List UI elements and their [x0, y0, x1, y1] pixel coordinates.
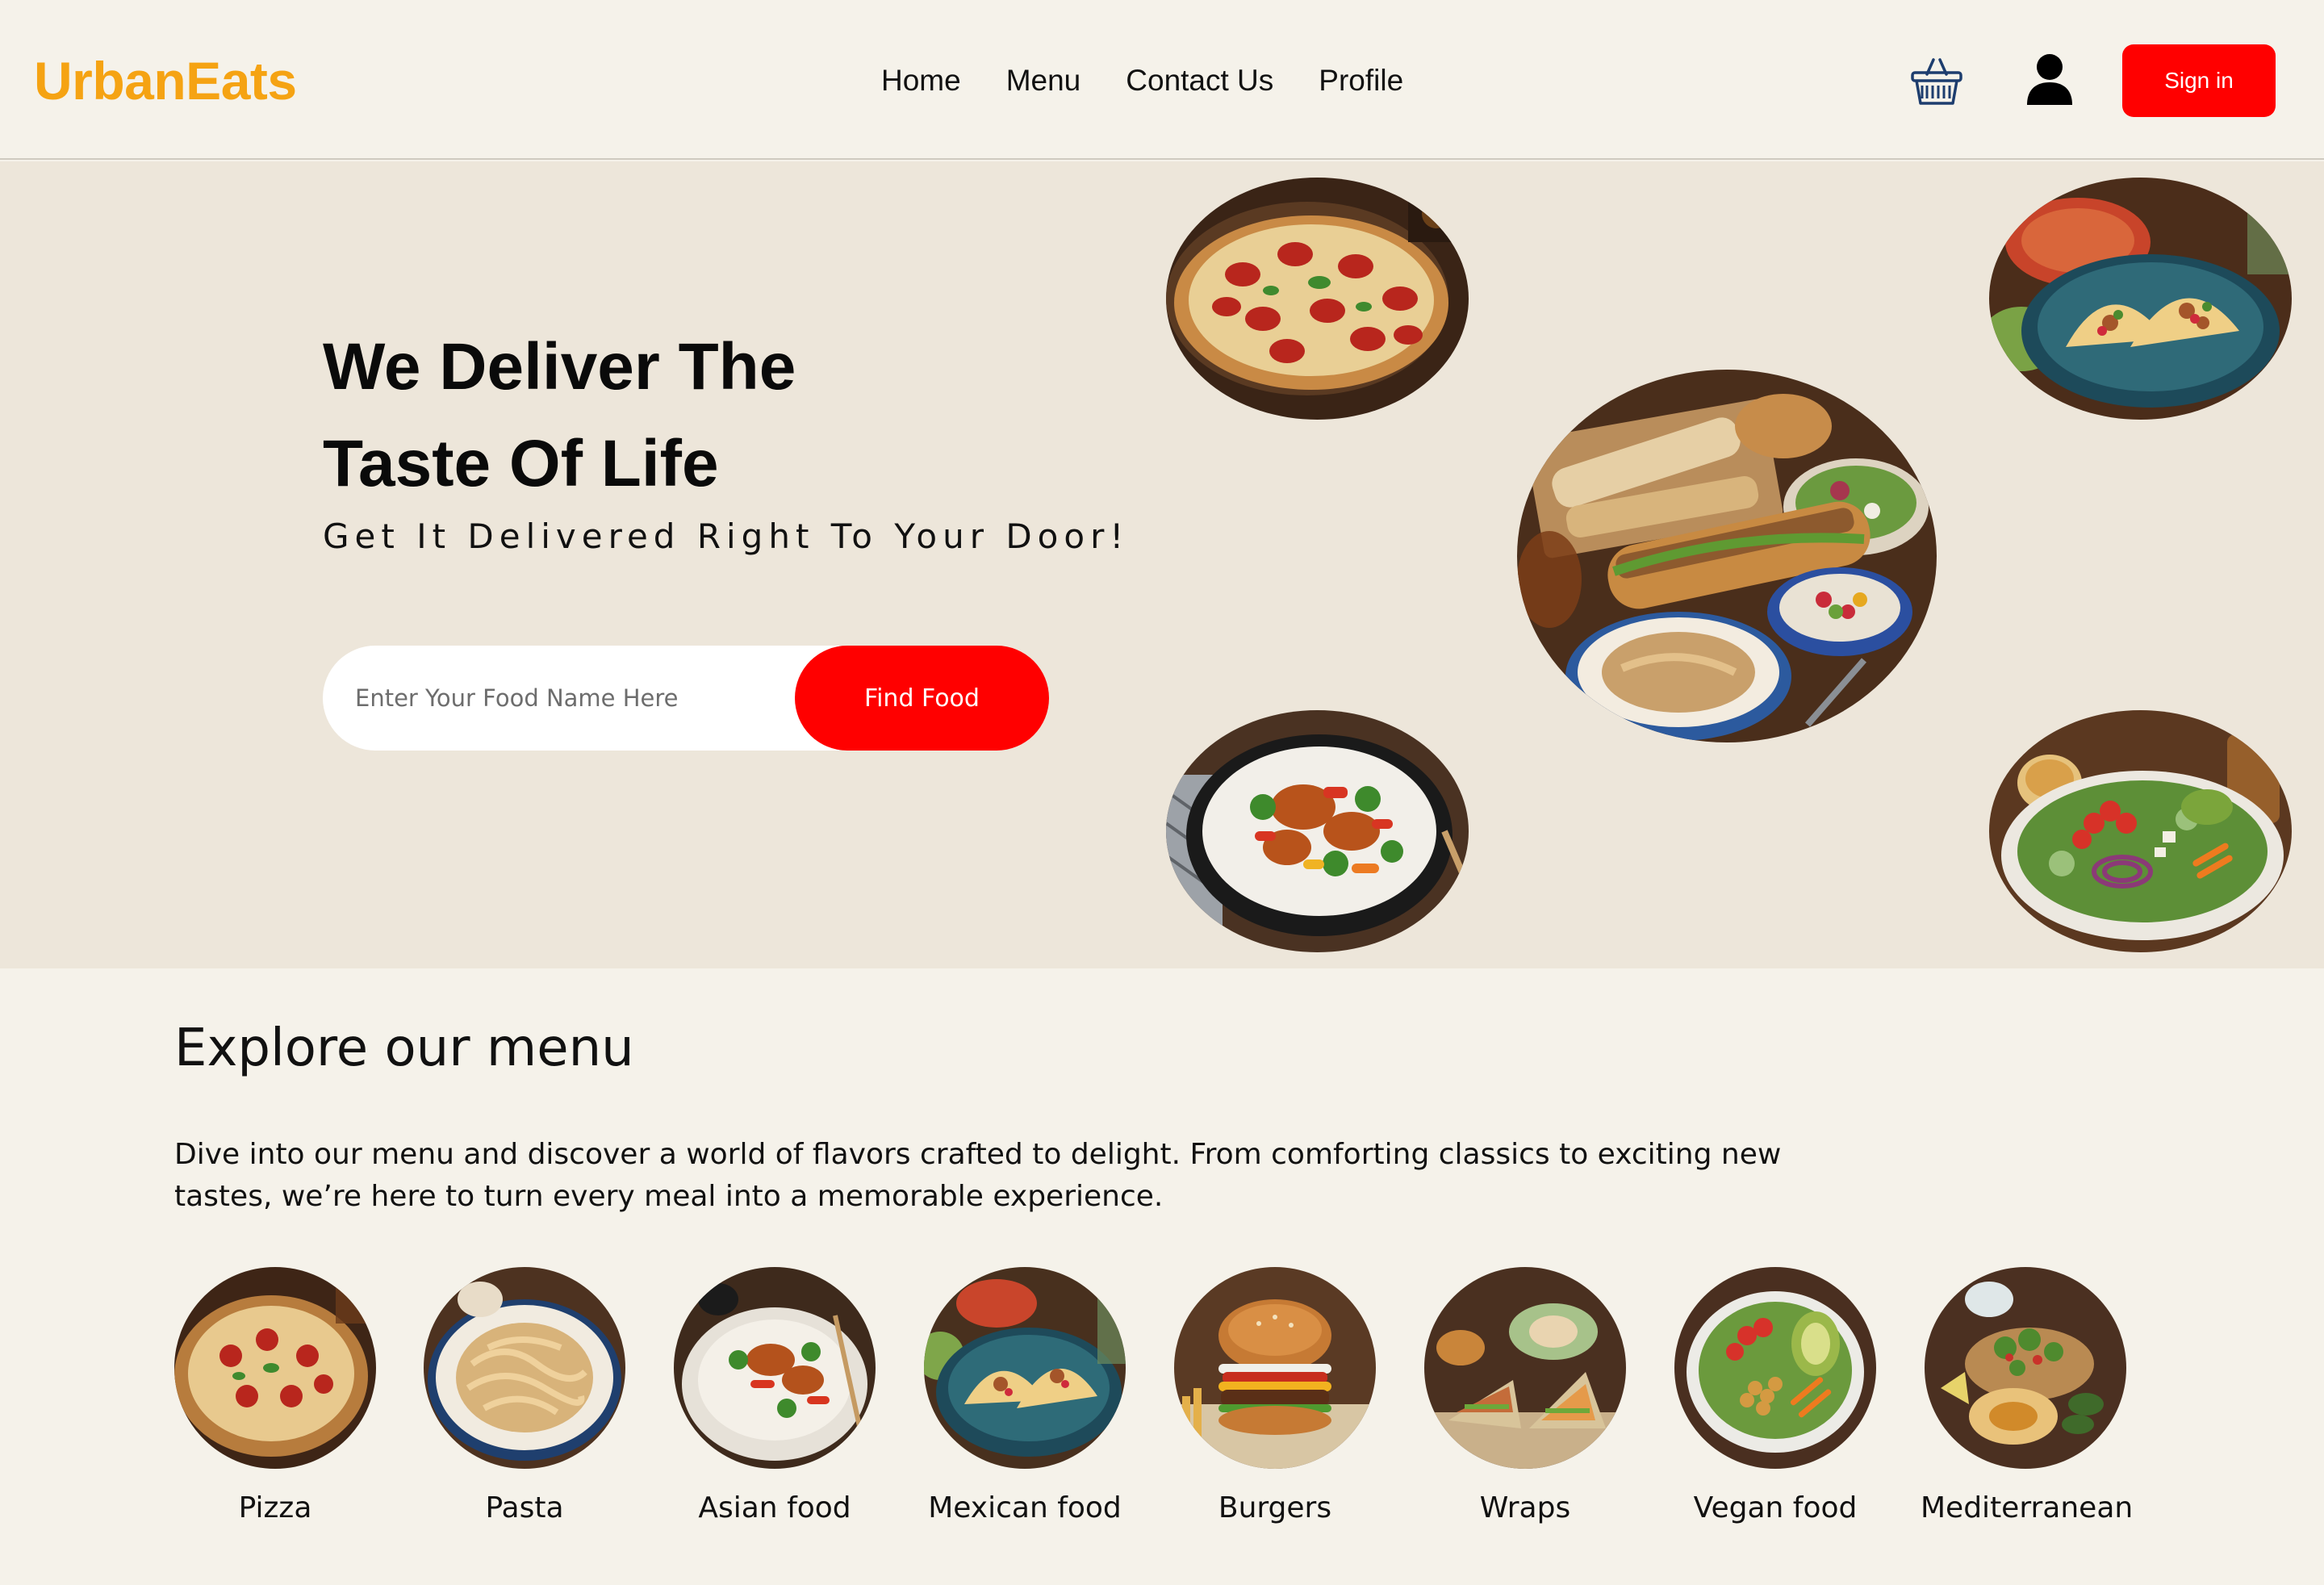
category-wraps[interactable]: Wraps [1420, 1267, 1630, 1541]
brand-logo[interactable]: UrbanEats [34, 50, 297, 111]
hero-tacos-image [1989, 178, 2292, 420]
pasta-image [424, 1267, 625, 1469]
site-header: UrbanEats Home Menu Contact Us Profile S… [0, 0, 2324, 160]
category-label: Burgers [1218, 1491, 1332, 1524]
category-mexican-food[interactable]: Mexican food [920, 1267, 1130, 1541]
category-label: Pasta [485, 1491, 564, 1524]
shopping-basket-icon[interactable] [1909, 53, 1964, 108]
category-asian-food[interactable]: Asian food [670, 1267, 880, 1541]
category-label: Wraps [1479, 1491, 1571, 1524]
category-pizza[interactable]: Pizza [170, 1267, 380, 1541]
hero-title-line-1: We Deliver The [323, 330, 796, 404]
category-label: Asian food [698, 1491, 851, 1524]
find-food-button[interactable]: Find Food [795, 646, 1049, 751]
mediterranean-image [1925, 1267, 2126, 1469]
hero-section: We Deliver The Taste Of Life Get It Deli… [0, 161, 2324, 968]
category-burgers[interactable]: Burgers [1170, 1267, 1380, 1541]
category-label: Pizza [238, 1491, 312, 1524]
asian-food-image [674, 1267, 876, 1469]
menu-categories: Pizza Pasta Asian food Mexican food Burg… [174, 1267, 2192, 1541]
category-pasta[interactable]: Pasta [420, 1267, 629, 1541]
category-label: Mediterranean [1921, 1491, 2134, 1524]
nav-profile[interactable]: Profile [1319, 61, 1403, 100]
vegan-food-image [1674, 1267, 1876, 1469]
category-label: Mexican food [928, 1491, 1122, 1524]
category-mediterranean[interactable]: Mediterranean [1921, 1267, 2134, 1541]
hero-title: We Deliver The Taste Of Life [323, 319, 1049, 512]
hero-salad-image [1989, 710, 2292, 952]
category-vegan-food[interactable]: Vegan food [1670, 1267, 1880, 1541]
hero-asian-bowl-image [1166, 710, 1469, 952]
nav-contact-us[interactable]: Contact Us [1126, 61, 1273, 100]
hero-title-line-2: Taste Of Life [323, 427, 719, 500]
hero-sandwich-platter-image [1517, 370, 1937, 742]
wraps-image [1424, 1267, 1626, 1469]
main-nav: Home Menu Contact Us Profile [881, 61, 1448, 100]
sign-in-button[interactable]: Sign in [2122, 44, 2276, 117]
food-search-bar: Find Food [323, 646, 1049, 751]
menu-section-title: Explore our menu [174, 1018, 634, 1078]
menu-section-description: Dive into our menu and discover a world … [174, 1138, 1782, 1213]
nav-menu[interactable]: Menu [1006, 61, 1081, 100]
pizza-image [174, 1267, 376, 1469]
category-label: Vegan food [1693, 1491, 1858, 1524]
mexican-food-image [924, 1267, 1126, 1469]
user-icon[interactable] [2024, 52, 2075, 107]
hero-subtitle: Get It Delivered Right To Your Door! [323, 516, 1130, 556]
burger-image [1174, 1267, 1376, 1469]
food-search-input[interactable] [323, 646, 839, 751]
nav-home[interactable]: Home [881, 61, 961, 100]
hero-pizza-image [1166, 178, 1469, 420]
